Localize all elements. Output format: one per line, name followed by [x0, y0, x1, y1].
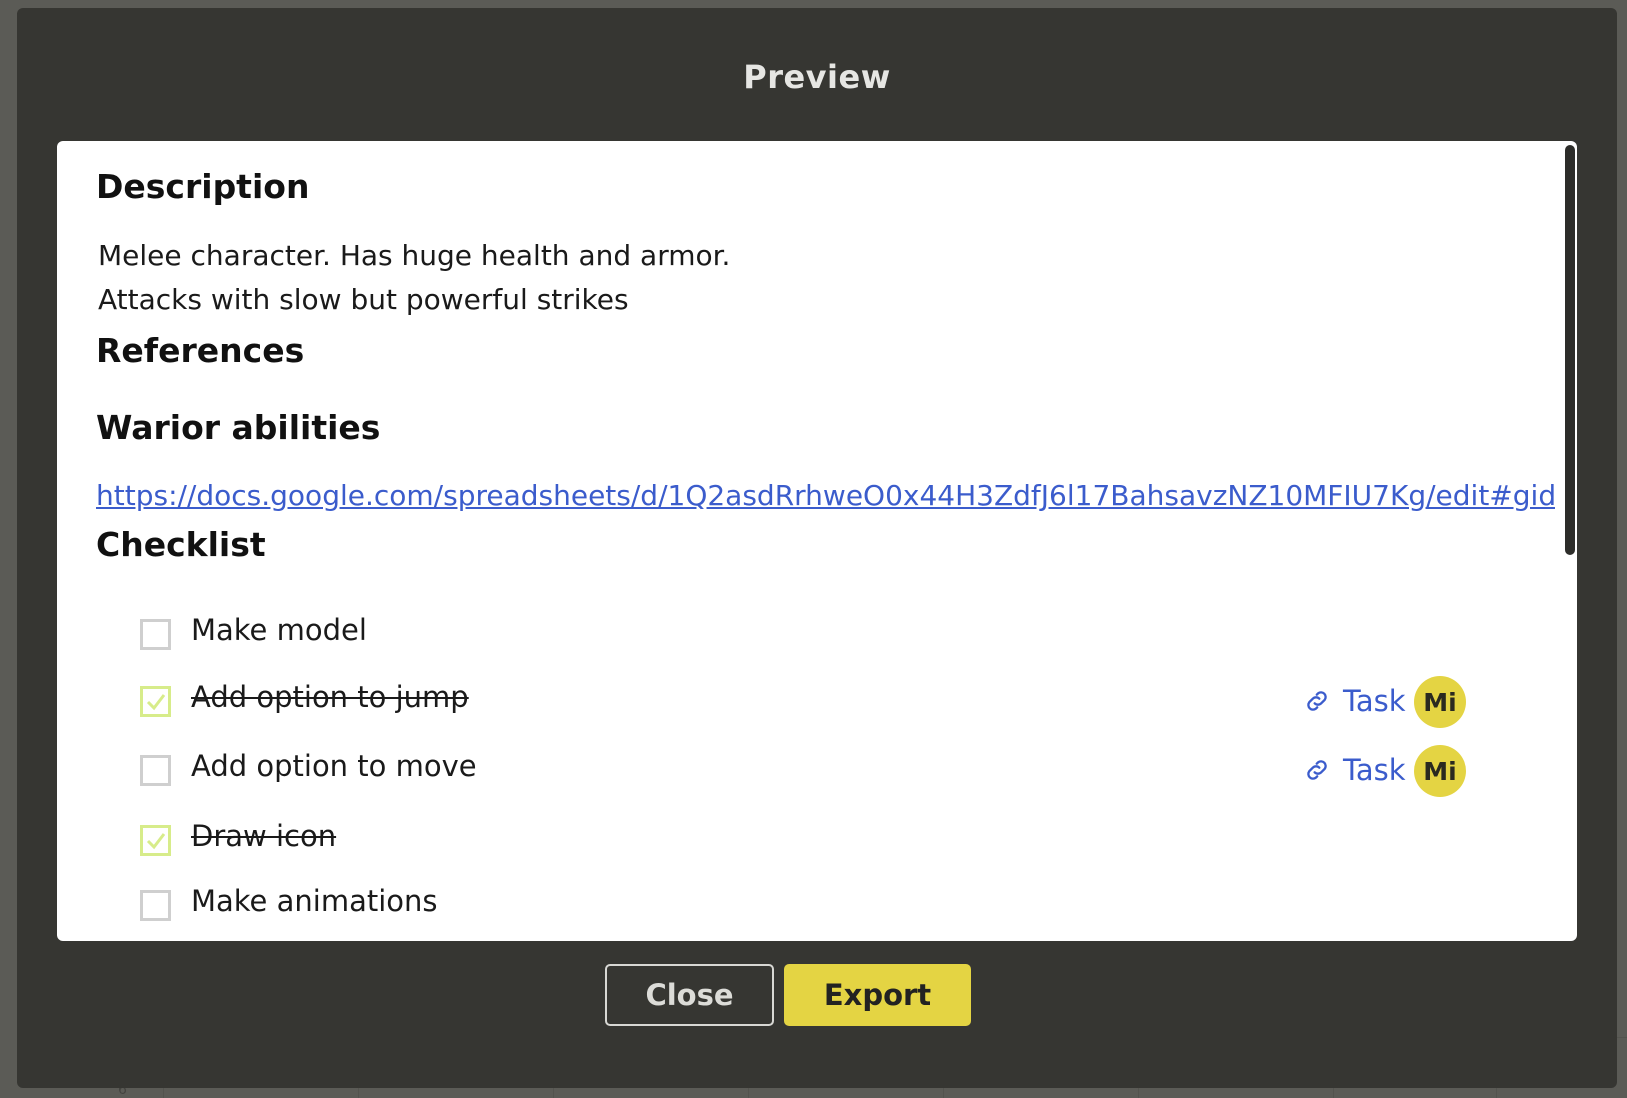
checkbox-checked[interactable] — [140, 686, 171, 717]
description-line-2: Attacks with slow but powerful strikes — [98, 283, 629, 316]
checkmark-icon — [146, 694, 166, 711]
checklist-item: Add option to jump Task Mi — [140, 676, 1557, 728]
checklist-item-label: Add option to move — [191, 749, 477, 783]
checkbox[interactable] — [140, 619, 171, 650]
checkbox[interactable] — [140, 755, 171, 786]
checklist-item: Draw icon — [140, 817, 1557, 867]
dialog-title: Preview — [743, 58, 891, 96]
description-line-1: Melee character. Has huge health and arm… — [98, 239, 731, 272]
assignee-avatar[interactable]: Mi — [1414, 676, 1466, 728]
abilities-link[interactable]: https://docs.google.com/spreadsheets/d/1… — [96, 479, 1555, 512]
preview-panel[interactable]: Description Melee character. Has huge he… — [57, 141, 1577, 941]
task-link-label: Task — [1343, 684, 1406, 718]
abilities-heading: Warior abilities — [96, 408, 381, 447]
checklist-item-label: Draw icon — [191, 819, 337, 853]
task-link[interactable]: Task — [1303, 684, 1406, 718]
scrollbar-thumb[interactable] — [1565, 145, 1575, 555]
link-icon — [1307, 760, 1327, 780]
task-link[interactable]: Task — [1303, 753, 1406, 787]
checkbox[interactable] — [140, 890, 171, 921]
checklist-item-label: Add option to jump — [191, 680, 469, 714]
checklist-heading: Checklist — [96, 525, 266, 564]
close-button[interactable]: Close — [605, 964, 774, 1026]
checkmark-icon — [146, 833, 166, 850]
checklist-item: Add option to move Task Mi — [140, 745, 1557, 797]
checklist-item-label: Make model — [191, 613, 367, 647]
checklist-item-label: Make animations — [191, 884, 438, 918]
checkbox-checked[interactable] — [140, 825, 171, 856]
task-link-label: Task — [1343, 753, 1406, 787]
preview-dialog: Preview Description Melee character. Has… — [17, 8, 1617, 1088]
assignee-avatar[interactable]: Mi — [1414, 745, 1466, 797]
export-button[interactable]: Export — [784, 964, 971, 1026]
link-icon — [1307, 691, 1327, 711]
checklist-item: Make model — [140, 611, 1557, 661]
references-heading: References — [96, 331, 305, 370]
description-heading: Description — [96, 167, 310, 206]
checklist-item: Make animations — [140, 882, 1557, 932]
